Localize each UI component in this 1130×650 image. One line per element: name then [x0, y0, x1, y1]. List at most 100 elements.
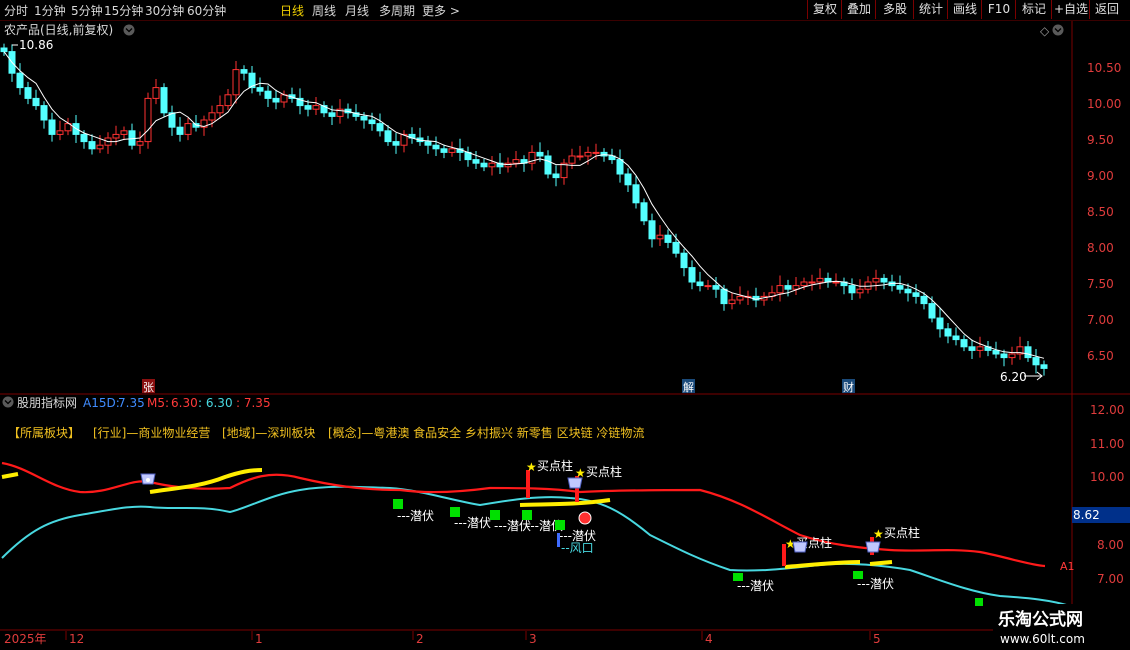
price-axis: 10.50 10.00 9.50 9.00 8.50 8.00 7.50 7.0…: [1087, 61, 1121, 363]
indicator-name[interactable]: 股朋指标网: [17, 395, 77, 410]
mark-button[interactable]: 标记: [1015, 0, 1052, 19]
svg-text:---潜伏: ---潜伏: [857, 577, 894, 591]
candle-body: [328, 112, 336, 117]
candle-body: [928, 303, 936, 319]
candle-body: [960, 339, 968, 348]
m5-label: M5:: [147, 396, 169, 410]
a1-label: A1: [1060, 560, 1075, 573]
f10-button[interactable]: F10: [981, 0, 1016, 19]
adjust-button[interactable]: 复权: [807, 0, 842, 19]
candle-body: [424, 141, 432, 146]
candle-body: [384, 130, 392, 143]
yellow-strong-segment: [1, 472, 19, 479]
event-marker[interactable]: 张: [142, 379, 155, 394]
buy-signal[interactable]: ★ 买点柱: [575, 464, 622, 502]
period-intraday[interactable]: 分时: [4, 2, 28, 19]
buy-signal[interactable]: ★ 买点柱: [782, 535, 832, 566]
svg-text:★: ★: [873, 527, 884, 541]
candle-body: [24, 87, 32, 99]
indicator-value-3: : 6.30: [198, 396, 233, 410]
candle-body: [680, 252, 688, 269]
period-15min[interactable]: 15分钟: [104, 2, 143, 19]
moving-average-line: [3, 51, 1045, 359]
price-tick: 7.00: [1087, 313, 1114, 327]
chart-area[interactable]: 农产品(日线,前复权) ◇ 10.50 10.00 9.50 9.00 8.50…: [0, 21, 1130, 650]
buy-signal[interactable]: ★ 买点柱: [526, 458, 573, 498]
candle-body: [856, 288, 864, 294]
add-watchlist-button[interactable]: +自选: [1051, 0, 1090, 19]
candle-body: [208, 112, 216, 121]
multi-stock-button[interactable]: 多股: [875, 0, 914, 19]
chevron-down-icon[interactable]: [123, 24, 135, 36]
event-marker[interactable]: 财: [842, 379, 855, 394]
time-label: 4: [705, 632, 713, 646]
price-tick: 7.50: [1087, 277, 1114, 291]
period-1min[interactable]: 1分钟: [34, 2, 66, 19]
svg-text:--风口: --风口: [561, 541, 594, 555]
back-button[interactable]: 返回: [1089, 0, 1124, 19]
cup-icon: [865, 541, 881, 553]
draw-line-button[interactable]: 画线: [947, 0, 982, 19]
candle-body: [432, 144, 440, 150]
chevron-down-icon[interactable]: [1052, 24, 1064, 36]
lurk-signal[interactable]: ---潜伏: [450, 507, 491, 530]
indicator-tick: 12.00: [1090, 403, 1124, 417]
event-marker[interactable]: 解: [682, 379, 695, 394]
period-multi[interactable]: 多周期: [379, 2, 415, 19]
lurk-signal[interactable]: ---潜伏: [733, 573, 774, 593]
lurk-signal[interactable]: ---潜伏: [393, 499, 434, 523]
lurk-signal[interactable]: ---潜伏: [555, 520, 596, 543]
candle-body: [112, 133, 120, 139]
svg-text:解: 解: [683, 380, 694, 394]
svg-text:---潜伏: ---潜伏: [397, 509, 434, 523]
candle-body: [48, 119, 56, 135]
candle-body: [720, 288, 728, 305]
candle-body: [448, 148, 456, 153]
candle-body: [1024, 346, 1032, 359]
candle-body: [800, 281, 808, 287]
candle-body: [376, 123, 384, 132]
candle-body: [664, 234, 672, 243]
stats-button[interactable]: 统计: [913, 0, 948, 19]
period-5min[interactable]: 5分钟: [71, 2, 103, 19]
lurk-signal[interactable]: ---潜伏: [853, 571, 894, 591]
cup-icon: [792, 541, 808, 553]
indicator-tick: 10.00: [1090, 470, 1124, 484]
period-30min[interactable]: 30分钟: [145, 2, 184, 19]
svg-text:财: 财: [843, 380, 854, 394]
candle-body: [264, 90, 272, 99]
candle-body: [736, 295, 744, 301]
yellow-strong-segment: [869, 560, 893, 566]
period-weekly[interactable]: 周线: [312, 2, 336, 19]
diamond-icon[interactable]: ◇: [1040, 24, 1050, 38]
period-more-menu[interactable]: 更多 >: [422, 2, 460, 19]
ball-icon: [578, 511, 592, 525]
candle-body: [312, 105, 320, 110]
sector-belong-label: 【所属板块】: [8, 426, 80, 440]
indicator-value-4: : 7.35: [236, 396, 271, 410]
period-daily[interactable]: 日线: [280, 2, 304, 19]
candle-body: [1040, 364, 1048, 369]
candle-body: [552, 173, 560, 179]
candle-body: [1000, 353, 1008, 359]
candle-body: [272, 97, 280, 103]
candle-body: [144, 97, 152, 143]
chevron-down-icon[interactable]: [2, 396, 14, 408]
period-monthly[interactable]: 月线: [345, 2, 369, 19]
candle-body: [544, 155, 552, 175]
sector-region: [地域]—深圳板块: [222, 426, 315, 440]
svg-text:---潜伏: ---潜伏: [454, 516, 491, 530]
a15d-label: A15D:: [83, 396, 120, 410]
candle-body: [240, 69, 248, 74]
price-tick: 9.50: [1087, 133, 1114, 147]
candle-body: [304, 105, 312, 110]
candle-body: [808, 281, 816, 284]
candle-body: [896, 285, 904, 290]
candle-body: [728, 299, 736, 305]
time-label: 12: [69, 632, 84, 646]
svg-text:买点柱: 买点柱: [586, 464, 622, 479]
time-label: 3: [529, 632, 537, 646]
period-60min[interactable]: 60分钟: [187, 2, 226, 19]
candle-body: [560, 162, 568, 179]
overlay-button[interactable]: 叠加: [841, 0, 876, 19]
